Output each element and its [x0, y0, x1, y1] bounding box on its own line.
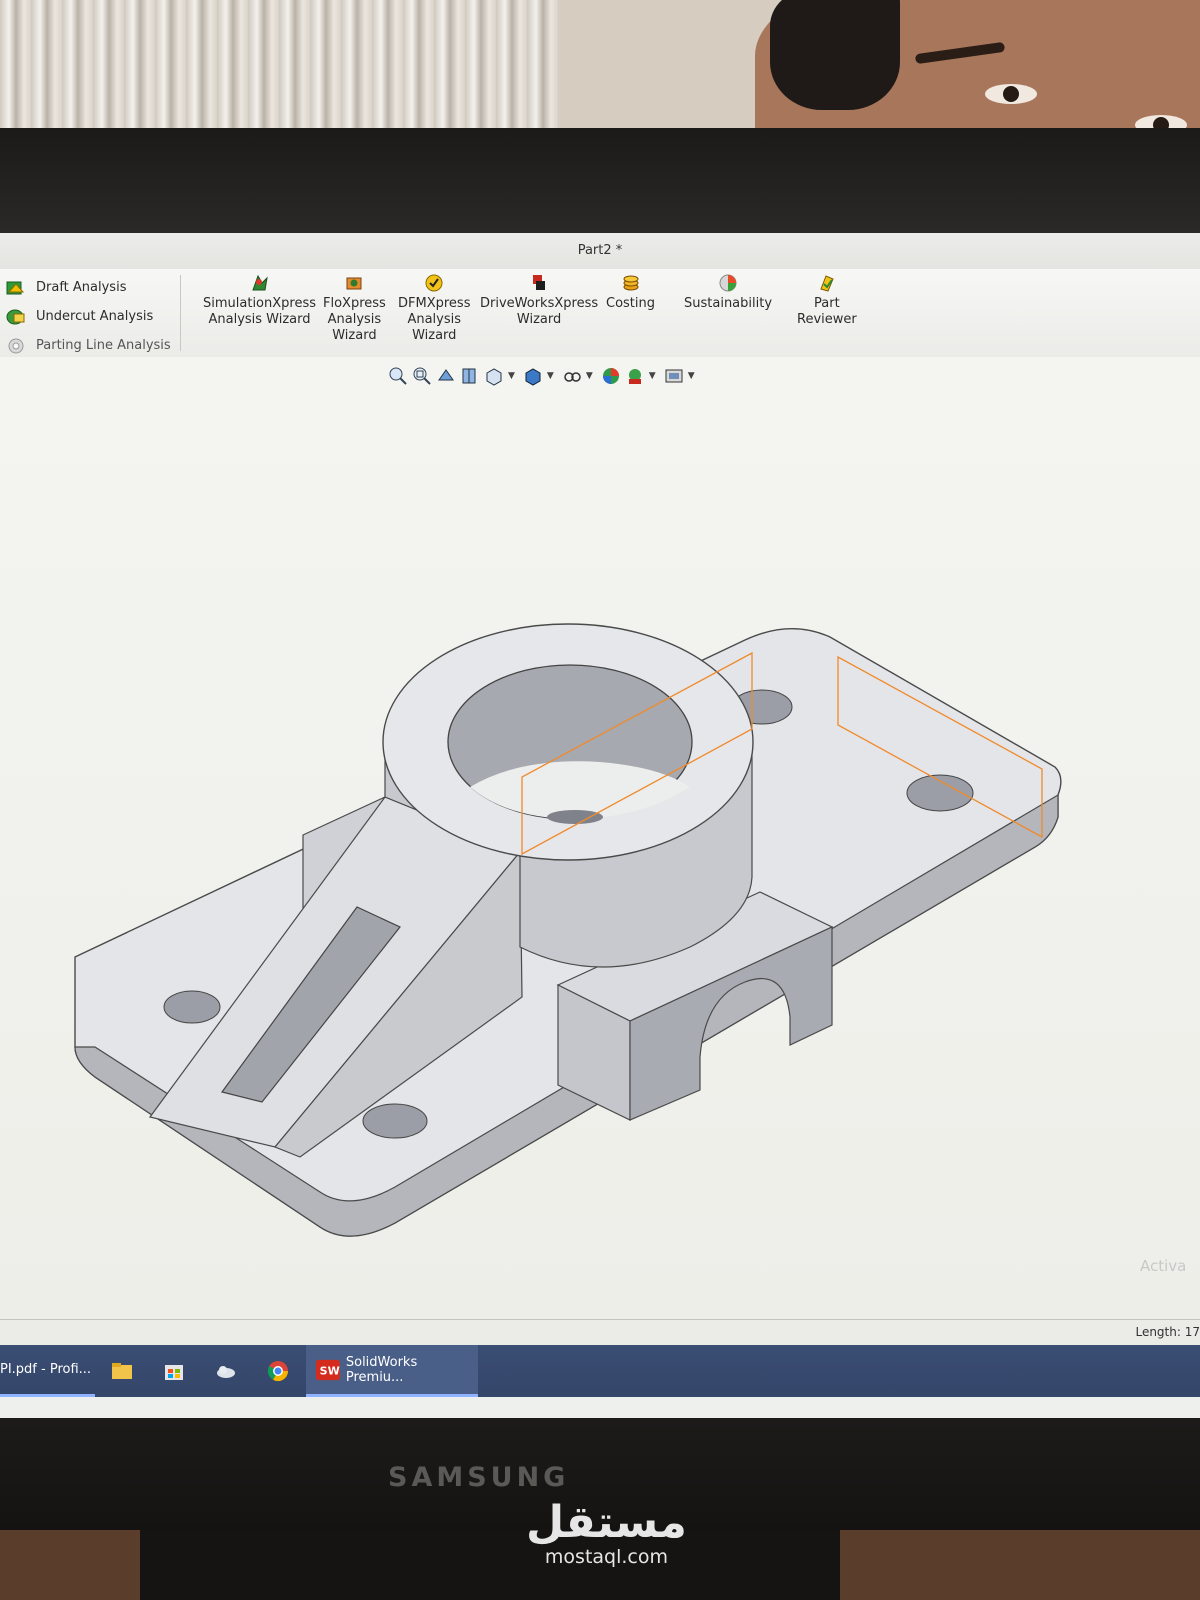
apply-scene-icon[interactable]: [625, 366, 645, 386]
parting-line-analysis-button[interactable]: Parting Line Analysis: [6, 331, 176, 360]
monitor-screen: Part2 * Draft Analysis Undercut Analysis: [0, 233, 1200, 1418]
dfmxpress-label-1: DFMXpress: [398, 296, 471, 311]
monitor-stand: [140, 1530, 840, 1600]
floxpress-label-3: Wizard: [332, 328, 377, 343]
part-reviewer-button[interactable]: Part Reviewer: [797, 273, 857, 328]
weather-icon[interactable]: [214, 1359, 238, 1383]
mostaql-logo-arabic: مستقل: [526, 1497, 687, 1548]
dfmxpress-label-2: Analysis: [407, 312, 462, 327]
dfmxpress-button[interactable]: DFMXpress Analysis Wizard: [398, 273, 470, 344]
ribbon-separator: [180, 275, 181, 351]
simulationxpress-label-2: Analysis Wizard: [208, 312, 311, 327]
heads-up-view-toolbar: ▼ ▼ ▼ ▼ ▼: [388, 363, 699, 389]
driveworksxpress-button[interactable]: DriveWorksXpress Wizard: [480, 273, 598, 328]
analysis-tools-group: Draft Analysis Undercut Analysis Parting…: [6, 273, 176, 360]
status-bar: Length: 17: [0, 1319, 1200, 1346]
graphics-viewport[interactable]: Activa: [0, 357, 1200, 1319]
solidworks-icon: SW: [316, 1359, 340, 1380]
svg-text:SW: SW: [320, 1364, 340, 1377]
display-style-icon[interactable]: [523, 366, 543, 386]
draft-analysis-button[interactable]: Draft Analysis: [6, 273, 176, 302]
floxpress-label-2: Analysis: [327, 312, 382, 327]
window-title: Part2 *: [0, 233, 1200, 269]
simulationxpress-label-1: SimulationXpress: [203, 296, 317, 311]
taskbar-pdf-label: PI.pdf - Profi...: [0, 1362, 92, 1377]
simulationxpress-icon: [251, 274, 268, 291]
background-curtain: [0, 0, 560, 140]
part-reviewer-label-1: Part: [814, 296, 840, 311]
taskbar-pdf-item[interactable]: PI.pdf - Profi...: [0, 1345, 95, 1397]
driveworksxpress-icon: [533, 275, 546, 290]
floxpress-button[interactable]: FloXpress Analysis Wizard: [323, 273, 386, 344]
part-model-3d[interactable]: [0, 357, 1200, 1319]
view-settings-icon[interactable]: [664, 366, 684, 386]
chevron-down-icon[interactable]: ▼: [547, 371, 554, 381]
taskbar-solidworks-item[interactable]: SW SolidWorks Premiu...: [306, 1345, 478, 1397]
person-eye: [985, 84, 1037, 104]
ribbon-evaluate: Draft Analysis Undercut Analysis Parting…: [0, 269, 1200, 358]
mounting-hole: [163, 990, 221, 1024]
chevron-down-icon[interactable]: ▼: [508, 371, 515, 381]
mostaql-logo-latin: mostaql.com: [544, 1546, 668, 1568]
windows-taskbar: PI.pdf - Profi... SW SolidWorks Premiu..…: [0, 1345, 1200, 1397]
edit-appearance-icon[interactable]: [601, 366, 621, 386]
floxpress-icon: [346, 277, 362, 290]
part-reviewer-icon: [820, 275, 834, 292]
parting-line-analysis-icon: [8, 338, 24, 353]
file-explorer-icon[interactable]: [110, 1359, 134, 1383]
taskbar-solidworks-label: SolidWorks Premiu...: [345, 1354, 418, 1385]
undercut-analysis-label: Undercut Analysis: [36, 309, 154, 324]
desk-surface: [0, 1530, 140, 1600]
floxpress-label-1: FloXpress: [323, 296, 386, 311]
costing-icon: [623, 275, 638, 291]
mounting-hole: [362, 1103, 428, 1139]
sustainability-icon: [719, 274, 737, 292]
previous-view-icon[interactable]: [436, 366, 456, 386]
sustainability-button[interactable]: Sustainability: [684, 273, 772, 312]
activation-watermark: Activa: [1140, 1257, 1187, 1275]
dfmxpress-label-3: Wizard: [412, 328, 457, 343]
chevron-down-icon[interactable]: ▼: [649, 371, 656, 381]
chrome-icon[interactable]: [266, 1359, 290, 1383]
simulationxpress-button[interactable]: SimulationXpress Analysis Wizard: [203, 273, 316, 328]
desk-surface: [840, 1530, 1200, 1600]
zoom-to-area-icon[interactable]: [412, 366, 432, 386]
monitor-bezel-top: [0, 128, 1200, 233]
part-reviewer-label-2: Reviewer: [797, 312, 857, 327]
view-orientation-icon[interactable]: [484, 366, 504, 386]
chevron-down-icon[interactable]: ▼: [586, 371, 593, 381]
draft-analysis-label: Draft Analysis: [36, 280, 127, 295]
sustainability-label: Sustainability: [684, 296, 773, 311]
draft-analysis-icon: [6, 281, 25, 294]
length-readout: Length: 17: [1135, 1325, 1200, 1339]
hide-show-items-icon[interactable]: [562, 366, 582, 386]
mostaql-logo: مستقل mostaql.com: [526, 1497, 687, 1569]
monitor-brand: SAMSUNG: [388, 1462, 570, 1493]
driveworksxpress-label-2: Wizard: [516, 312, 562, 327]
zoom-to-fit-icon[interactable]: [388, 366, 408, 386]
costing-label: Costing: [606, 296, 656, 311]
driveworksxpress-label-1: DriveWorksXpress: [480, 296, 599, 311]
undercut-analysis-button[interactable]: Undercut Analysis: [6, 302, 176, 331]
costing-button[interactable]: Costing: [606, 273, 655, 312]
section-view-icon[interactable]: [460, 366, 480, 386]
undercut-analysis-icon: [6, 309, 25, 324]
dfmxpress-icon: [425, 274, 443, 292]
chevron-down-icon[interactable]: ▼: [688, 371, 695, 381]
person-hair: [770, 0, 900, 110]
parting-line-analysis-label: Parting Line Analysis: [36, 338, 171, 353]
store-icon[interactable]: [162, 1359, 186, 1383]
